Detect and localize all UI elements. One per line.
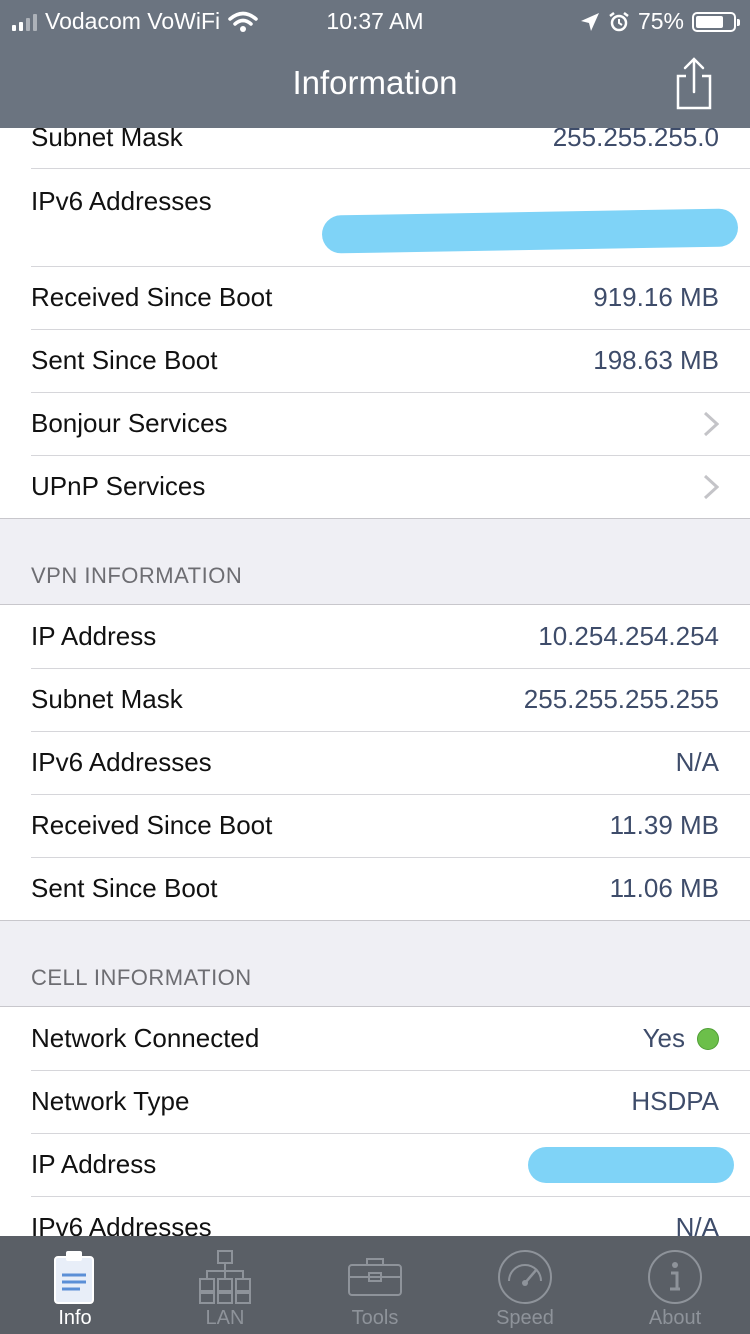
tab-label: Info [58,1307,92,1329]
toolbox-icon [348,1258,402,1296]
navigation-bar: Vodacom VoWiFi 10:37 AM 75% Information [0,0,750,128]
list-item: Received Since Boot 919.16 MB [0,266,750,329]
battery-percent: 75% [637,8,684,34]
page-title: Information [292,64,458,101]
connected-status-dot-icon [697,1027,719,1050]
row-value: HSDPA [631,1086,719,1116]
status-right: 75% [580,8,740,35]
wifi-icon [228,11,258,32]
list-item: Received Since Boot 11.39 MB [0,794,750,857]
network-section: Subnet Mask 255.255.255.0 IPv6 Addresses… [0,106,750,519]
cell-section: Network Connected Yes Network Type HSDPA… [0,1006,750,1260]
tab-about[interactable]: About [600,1236,750,1334]
list-item: Network Type HSDPA [0,1070,750,1133]
list-item: IPv6 Addresses N/A [0,731,750,794]
list-item: IP Address 10.254.254.254 [0,605,750,668]
status-left: Vodacom VoWiFi [12,8,258,35]
row-label: Received Since Boot [31,282,273,312]
vpn-section: IP Address 10.254.254.254 Subnet Mask 25… [0,604,750,921]
row-label: Sent Since Boot [31,873,218,903]
list-item: Subnet Mask 255.255.255.255 [0,668,750,731]
row-label: IPv6 Addresses [31,747,212,777]
signal-bars-icon [12,13,37,31]
vpn-section-header: VPN INFORMATION [31,563,243,588]
row-value: 198.63 MB [593,345,719,375]
carrier-label: Vodacom VoWiFi [45,8,221,34]
location-arrow-icon [580,12,599,31]
row-value: 919.16 MB [593,282,719,312]
tab-label: Speed [496,1307,554,1329]
alarm-clock-icon [609,11,629,31]
cell-section-header: CELL INFORMATION [31,965,252,990]
row-value: 11.06 MB [609,873,719,903]
row-label: Network Connected [31,1023,260,1053]
row-label: IP Address [31,621,157,651]
tab-label: About [648,1307,702,1329]
battery-icon [692,11,740,32]
row-value: 10.254.254.254 [538,621,719,651]
row-label: Bonjour Services [31,408,228,438]
network-tree-icon [199,1250,251,1304]
row-value: 11.39 MB [609,810,719,840]
chevron-right-icon [703,474,719,499]
status-bar: Vodacom VoWiFi 10:37 AM 75% [0,0,750,40]
speedometer-icon [498,1250,552,1304]
info-icon [648,1250,702,1304]
tab-label: Tools [351,1307,399,1329]
list-item: IPv6 Addresses [0,168,750,266]
bonjour-services-row[interactable]: Bonjour Services [0,392,750,455]
chevron-right-icon [703,411,719,436]
redaction-mark [321,208,739,254]
row-label: UPnP Services [31,471,206,501]
row-label: Received Since Boot [31,810,273,840]
tab-speed[interactable]: Speed [450,1236,600,1334]
row-value-wrap: Yes [643,1023,719,1054]
clipboard-icon [54,1251,94,1304]
battery-fill [696,15,723,28]
row-value: Yes [642,1023,685,1053]
tab-label: LAN [205,1307,245,1329]
list-item: IP Address [0,1133,750,1196]
tab-bar: Info LAN Tools Speed About [0,1236,750,1334]
share-icon[interactable] [672,56,716,112]
row-label: Sent Since Boot [31,345,218,375]
row-label: IP Address [31,1149,157,1179]
row-label: Network Type [31,1086,190,1116]
redaction-mark [528,1147,734,1183]
tab-tools[interactable]: Tools [300,1236,450,1334]
row-label: IPv6 Addresses [31,186,212,216]
info-list: Subnet Mask 255.255.255.0 IPv6 Addresses… [0,106,750,1260]
tab-info[interactable]: Info [0,1236,150,1334]
row-value: 255.255.255.255 [523,684,719,714]
upnp-services-row[interactable]: UPnP Services [0,455,750,518]
list-item: Sent Since Boot 11.06 MB [0,857,750,920]
row-value: N/A [675,747,719,777]
tab-lan[interactable]: LAN [150,1236,300,1334]
list-item: Sent Since Boot 198.63 MB [0,329,750,392]
row-label: Subnet Mask [31,684,183,714]
list-item: Network Connected Yes [0,1007,750,1070]
